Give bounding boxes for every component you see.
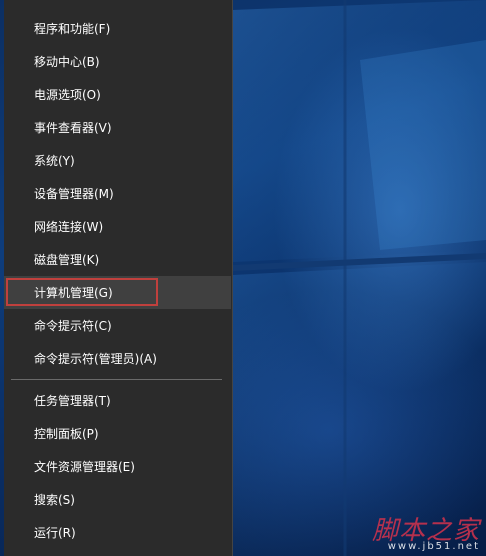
menu-item-label: 文件资源管理器(E) [34,460,135,474]
menu-item-label: 控制面板(P) [34,427,99,441]
menu-item-label: 磁盘管理(K) [34,253,100,267]
menu-item-file-explorer[interactable]: 文件资源管理器(E) [4,450,231,483]
desktop: 脚本之家 www.jb51.net 程序和功能(F) 移动中心(B) 电源选项(… [0,0,486,556]
watermark: 脚本之家 www.jb51.net [372,518,480,552]
menu-item-label: 搜索(S) [34,493,75,507]
menu-item-label: 命令提示符(管理员)(A) [34,352,157,366]
menu-item-label: 设备管理器(M) [34,187,114,201]
menu-item-label: 事件查看器(V) [34,121,112,135]
menu-item-disk-management[interactable]: 磁盘管理(K) [4,243,231,276]
menu-item-task-manager[interactable]: 任务管理器(T) [4,384,231,417]
menu-item-system[interactable]: 系统(Y) [4,144,231,177]
menu-item-label: 网络连接(W) [34,220,104,234]
menu-item-run[interactable]: 运行(R) [4,516,231,549]
menu-item-control-panel[interactable]: 控制面板(P) [4,417,231,450]
menu-item-label: 计算机管理(G) [34,286,113,300]
menu-item-label: 命令提示符(C) [34,319,112,333]
menu-item-label: 电源选项(O) [34,88,101,102]
menu-item-mobility-center[interactable]: 移动中心(B) [4,45,231,78]
menu-item-command-prompt-admin[interactable]: 命令提示符(管理员)(A) [4,342,231,375]
menu-separator [11,379,222,380]
menu-item-device-manager[interactable]: 设备管理器(M) [4,177,231,210]
menu-item-event-viewer[interactable]: 事件查看器(V) [4,111,231,144]
menu-item-search[interactable]: 搜索(S) [4,483,231,516]
menu-item-command-prompt[interactable]: 命令提示符(C) [4,309,231,342]
watermark-url: www.jb51.net [387,541,480,552]
menu-item-power-options[interactable]: 电源选项(O) [4,78,231,111]
menu-item-label: 运行(R) [34,526,76,540]
menu-item-label: 程序和功能(F) [34,22,111,36]
menu-item-programs-features[interactable]: 程序和功能(F) [4,12,231,45]
menu-item-computer-management[interactable]: 计算机管理(G) [4,276,231,309]
menu-item-label: 任务管理器(T) [34,394,111,408]
menu-item-label: 系统(Y) [34,154,75,168]
menu-item-network-connections[interactable]: 网络连接(W) [4,210,231,243]
winx-context-menu: 程序和功能(F) 移动中心(B) 电源选项(O) 事件查看器(V) 系统(Y) … [4,0,233,556]
menu-item-label: 移动中心(B) [34,55,100,69]
